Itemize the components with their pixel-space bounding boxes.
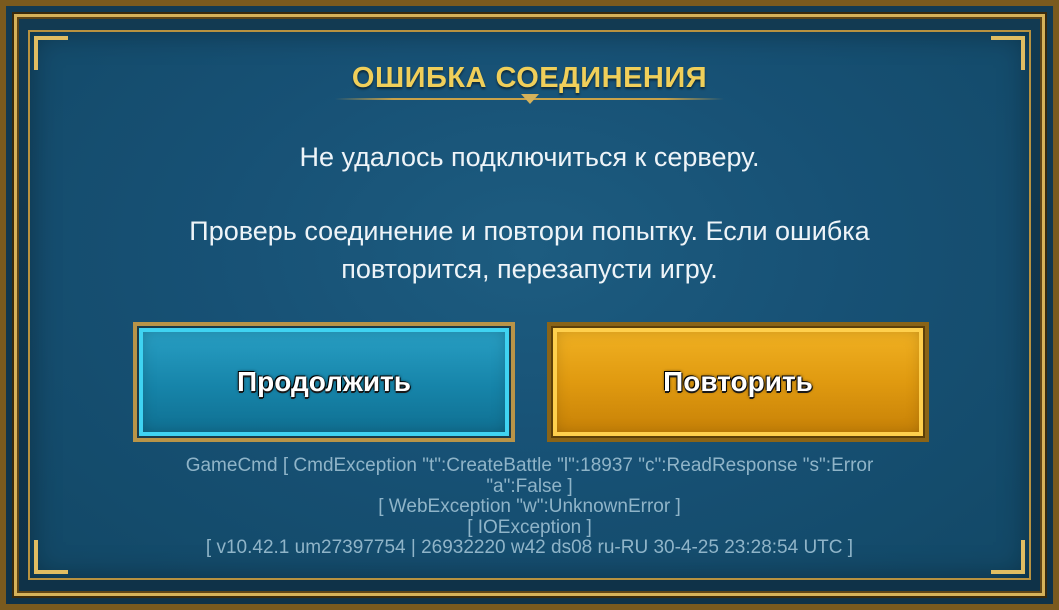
error-message: Не удалось подключиться к серверу. xyxy=(299,142,760,172)
instructions-line: повторится, перезапусти игру. xyxy=(341,254,718,284)
debug-line: "a":False ] xyxy=(486,475,573,497)
retry-button[interactable]: Повторить xyxy=(547,322,929,442)
debug-line: [ WebException "w":UnknownError ] xyxy=(378,496,681,517)
title-ornament-icon xyxy=(521,94,539,104)
debug-info: GameCmd [ CmdException "t":CreateBattle … xyxy=(120,455,939,559)
dialog-title: ОШИБКА СОЕДИНЕНИЯ xyxy=(351,62,708,94)
error-instructions: Проверь соединение и повтори попытку. Ес… xyxy=(60,212,999,288)
debug-line: GameCmd [ CmdException "t":CreateBattle … xyxy=(185,455,874,476)
instructions-line: Проверь соединение и повтори попытку. Ес… xyxy=(189,216,870,246)
debug-line: [ v10.42.1 um27397754 | 26932220 w42 ds0… xyxy=(205,537,854,558)
retry-button-label: Повторить xyxy=(663,366,813,397)
continue-button[interactable]: Продолжить xyxy=(133,322,515,442)
corner-ornament-icon xyxy=(991,540,1025,574)
corner-ornament-icon xyxy=(34,540,68,574)
debug-line: [ IOException ] xyxy=(467,516,592,538)
continue-button-label: Продолжить xyxy=(237,366,411,397)
